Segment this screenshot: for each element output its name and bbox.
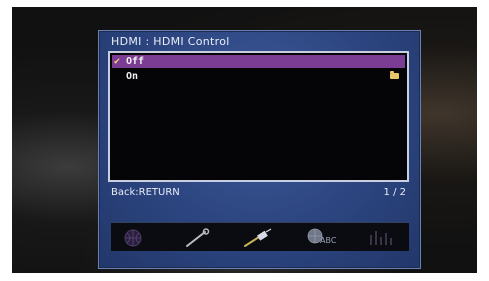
back-hint: Back:RETURN	[111, 187, 180, 198]
setup-menu-window: HDMI : HDMI Control ✔ Off On Back:RETURN…	[98, 30, 421, 269]
cable-plug-icon[interactable]	[239, 227, 279, 249]
option-label: Off	[126, 56, 145, 67]
check-icon: ✔	[114, 56, 121, 67]
abc-label: ABC	[320, 236, 337, 245]
options-list: ✔ Off On	[108, 51, 409, 182]
option-on[interactable]: On	[112, 70, 405, 83]
wrench-icon[interactable]	[179, 227, 219, 249]
abc-language-icon[interactable]: ABC	[306, 227, 346, 249]
folder-icon	[390, 71, 399, 79]
option-off[interactable]: ✔ Off	[112, 55, 405, 68]
equalizer-icon[interactable]	[364, 227, 404, 249]
page-indicator: 1 / 2	[383, 187, 406, 198]
option-label: On	[126, 71, 139, 82]
menu-icon-bar: ABC	[111, 222, 409, 251]
menu-title: HDMI : HDMI Control	[111, 35, 230, 48]
globe-icon[interactable]	[119, 227, 159, 249]
